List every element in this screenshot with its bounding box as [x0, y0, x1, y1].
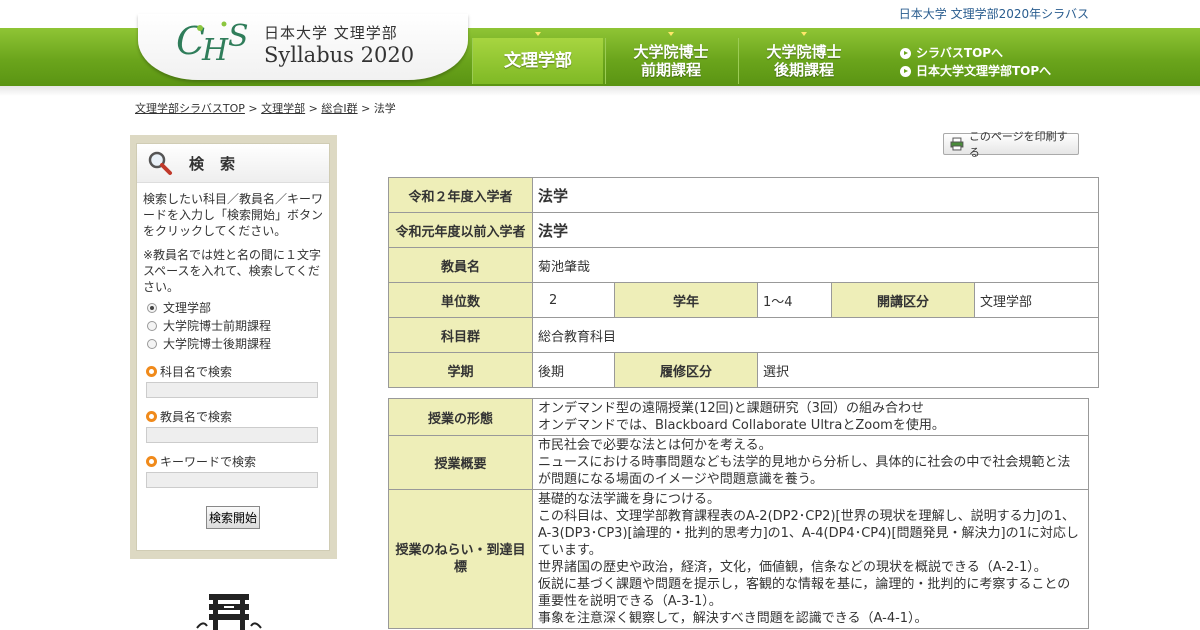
label-cell: 単位数: [388, 282, 533, 318]
faculty-radio-group: 文理学部 大学院博士前期課程 大学院博士後期課程: [137, 295, 329, 353]
bunri-top-link[interactable]: 日本大学文理学部TOPへ: [900, 62, 1051, 80]
orange-bullet-icon: [146, 456, 157, 467]
keyword-search-label: キーワードで検索: [146, 453, 329, 470]
subject-name-2019: 法学: [532, 212, 1099, 248]
breadcrumb: 文理学部シラバスTOP > 文理学部 > 総合Ⅰ群 > 法学: [135, 102, 396, 115]
requirement-value: 選択: [757, 352, 1099, 388]
site-logo[interactable]: C H S 日本大学 文理学部 Syllabus 2020: [138, 14, 468, 80]
format-value: オンデマンド型の遠隔授業(12回)と課題研究（3回）の組み合わせ オンデマンドで…: [532, 398, 1089, 436]
table-row: 授業概要 市民社会で必要な法とは何かを考える。 ニュースにおける時事問題なども法…: [388, 435, 1089, 490]
teacher-search-input[interactable]: [146, 427, 318, 443]
nav-tab-master[interactable]: 大学院博士 前期課程: [605, 32, 736, 84]
logo-university-name: 日本大学 文理学部: [264, 24, 398, 42]
division-value: 文理学部: [974, 282, 1099, 318]
breadcrumb-link[interactable]: 文理学部シラバスTOP: [135, 102, 245, 115]
breadcrumb-link[interactable]: 総合Ⅰ群: [321, 102, 357, 115]
overview-value: 市民社会で必要な法とは何かを考える。 ニュースにおける時事問題なども法学的見地か…: [532, 435, 1089, 490]
syllabus-top-link[interactable]: シラバスTOPへ: [900, 44, 1051, 62]
nav-marker-icon: [668, 32, 674, 36]
university-emblem-icon: [196, 594, 262, 630]
nav-marker-icon: [535, 32, 541, 36]
group-value: 総合教育科目: [532, 317, 1099, 353]
syllabus-year-link[interactable]: 日本大学 文理学部2020年シラバス: [899, 5, 1089, 22]
teacher-name: 菊池肇哉: [532, 247, 1099, 283]
arrow-bullet-icon: [900, 47, 911, 59]
label-cell: 学年: [614, 282, 758, 318]
print-page-button[interactable]: このページを印刷する: [943, 130, 1079, 159]
breadcrumb-current: 法学: [373, 102, 396, 115]
subject-search-label: 科目名で検索: [146, 363, 329, 380]
label-cell: 令和２年度入学者: [388, 177, 533, 213]
search-start-button[interactable]: 検索開始: [205, 506, 260, 529]
label-cell: 授業概要: [388, 435, 533, 490]
print-button-label: このページを印刷する: [968, 130, 1068, 159]
svg-text:H: H: [201, 33, 229, 64]
chs-logo-icon: C H S: [176, 19, 249, 64]
search-instructions: 検索したい科目／教員名／キーワードを入力し「検索開始」ボタンをクリックしてくださ…: [143, 192, 324, 238]
nav-tab-doctor[interactable]: 大学院博士 後期課程: [738, 32, 869, 84]
table-row: 教員名 菊池肇哉: [388, 247, 1099, 283]
header-shadow: [0, 86, 1200, 96]
radio-checked-icon: [147, 303, 157, 313]
subject-search-input[interactable]: [146, 382, 318, 398]
course-info-table: 令和２年度入学者 法学 令和元年度以前入学者 法学 教員名 菊池肇哉 単位数 2…: [388, 177, 1099, 388]
term-value: 後期: [532, 352, 615, 388]
radio-unchecked-icon: [147, 321, 157, 331]
label-cell: 授業のねらい・到達目標: [388, 489, 533, 629]
label-cell: 令和元年度以前入学者: [388, 212, 533, 248]
course-details-table: 授業の形態 オンデマンド型の遠隔授業(12回)と課題研究（3回）の組み合わせ オ…: [388, 398, 1089, 629]
label-cell: 教員名: [388, 247, 533, 283]
nav-tab-label: 大学院博士 前期課程: [633, 43, 709, 79]
radio-unchecked-icon: [147, 339, 157, 349]
label-cell: 科目群: [388, 317, 533, 353]
header-links: シラバスTOPへ 日本大学文理学部TOPへ: [900, 44, 1051, 80]
table-row: 科目群 総合教育科目: [388, 317, 1099, 353]
arrow-bullet-icon: [900, 65, 911, 77]
search-header: 検索: [137, 144, 329, 183]
orange-bullet-icon: [146, 366, 157, 377]
year-value: 1～4: [757, 282, 832, 318]
label-cell: 学期: [388, 352, 533, 388]
magnifier-icon: [148, 151, 172, 175]
search-sidebar: 検索 検索したい科目／教員名／キーワードを入力し「検索開始」ボタンをクリックして…: [130, 135, 337, 559]
nav-tab-label: 文理学部: [504, 51, 572, 71]
table-row: 授業の形態 オンデマンド型の遠隔授業(12回)と課題研究（3回）の組み合わせ オ…: [388, 398, 1089, 436]
svg-text:S: S: [228, 19, 249, 54]
table-row: 学期 後期 履修区分 選択: [388, 352, 1099, 388]
label-cell: 開講区分: [831, 282, 975, 318]
keyword-search-input[interactable]: [146, 472, 318, 488]
label-cell: 履修区分: [614, 352, 758, 388]
teacher-search-label: 教員名で検索: [146, 408, 329, 425]
goals-value: 基礎的な法学識を身につける。 この科目は、文理学部教育課程表のA-2(DP2･C…: [532, 489, 1089, 629]
credits-value: 2: [532, 282, 615, 318]
orange-bullet-icon: [146, 411, 157, 422]
table-row: 単位数 2 学年 1～4 開講区分 文理学部: [388, 282, 1099, 318]
logo-syllabus-title: Syllabus 2020: [264, 43, 415, 67]
table-row: 授業のねらい・到達目標 基礎的な法学識を身につける。 この科目は、文理学部教育課…: [388, 489, 1089, 629]
nav-marker-icon: [801, 32, 807, 36]
radio-doctor[interactable]: 大学院博士後期課程: [147, 335, 319, 353]
subject-name-2020: 法学: [532, 177, 1099, 213]
table-row: 令和２年度入学者 法学: [388, 177, 1099, 213]
table-row: 令和元年度以前入学者 法学: [388, 212, 1099, 248]
search-panel: 検索 検索したい科目／教員名／キーワードを入力し「検索開始」ボタンをクリックして…: [136, 143, 330, 551]
breadcrumb-link[interactable]: 文理学部: [261, 102, 305, 115]
search-note: ※教員名では姓と名の間に１文字スペースを入れて、検索してください。: [143, 248, 322, 294]
radio-bunri[interactable]: 文理学部: [147, 299, 319, 317]
label-cell: 授業の形態: [388, 398, 533, 436]
search-title: 検索: [189, 154, 252, 173]
nav-tab-label: 大学院博士 後期課程: [766, 43, 842, 79]
printer-icon: [950, 137, 964, 151]
nav-tab-bunri[interactable]: 文理学部: [472, 32, 603, 84]
radio-master[interactable]: 大学院博士前期課程: [147, 317, 319, 335]
